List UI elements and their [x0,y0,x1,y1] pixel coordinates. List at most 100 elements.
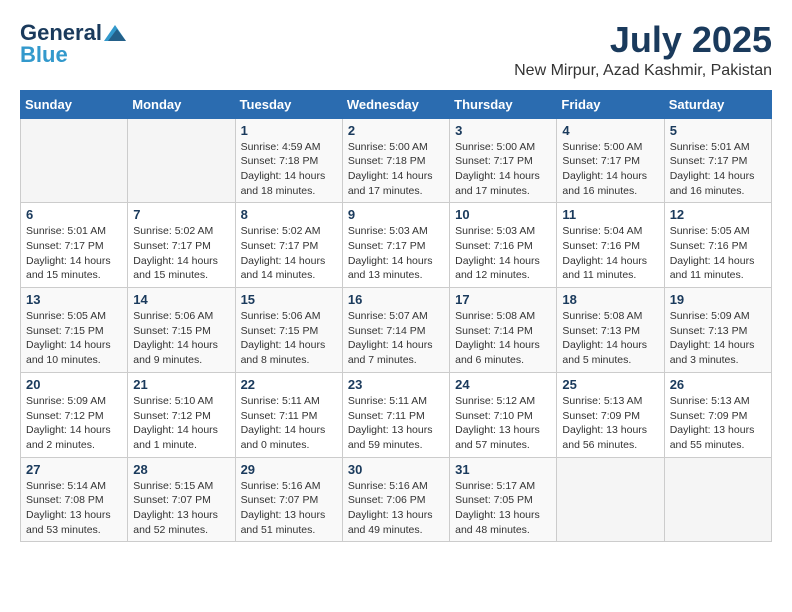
day-info: Sunrise: 5:04 AM Sunset: 7:16 PM Dayligh… [562,224,658,283]
calendar-cell: 15Sunrise: 5:06 AM Sunset: 7:15 PM Dayli… [235,288,342,373]
day-info: Sunrise: 5:02 AM Sunset: 7:17 PM Dayligh… [133,224,229,283]
calendar-cell: 8 Sunrise: 5:02 AM Sunset: 7:17 PM Daylig… [235,203,342,288]
day-number: 1 [241,123,337,138]
calendar-cell: 29 Sunrise: 5:16 AM Sunset: 7:07 PM Dayli… [235,457,342,542]
calendar-cell: 25 Sunrise: 5:13 AM Sunset: 7:09 PM Dayli… [557,372,664,457]
calendar-cell: 6 Sunrise: 5:01 AM Sunset: 7:17 PM Daylig… [21,203,128,288]
month-title: July 2025 [514,20,772,60]
day-info: Sunrise: 5:13 AM Sunset: 7:09 PM Dayligh… [670,394,766,453]
day-info: Sunrise: 5:00 AM Sunset: 7:17 PM Dayligh… [562,140,658,199]
col-header-sunday: Sunday [21,90,128,118]
calendar-cell: 12 Sunrise: 5:05 AM Sunset: 7:16 PM Dayli… [664,203,771,288]
day-number: 25 [562,377,658,392]
day-number: 13 [26,292,122,307]
day-number: 27 [26,462,122,477]
day-number: 28 [133,462,229,477]
col-header-monday: Monday [128,90,235,118]
location-subtitle: New Mirpur, Azad Kashmir, Pakistan [514,62,772,80]
day-info: Sunrise: 5:06 AM Sunset: 7:15 PM Dayligh… [133,309,229,368]
logo: General Blue [20,20,126,68]
col-header-friday: Friday [557,90,664,118]
day-info: Sunrise: 5:16 AM Sunset: 7:07 PM Dayligh… [241,479,337,538]
calendar-cell: 27 Sunrise: 5:14 AM Sunset: 7:08 PM Dayli… [21,457,128,542]
calendar-cell: 31 Sunrise: 5:17 AM Sunset: 7:05 PM Dayli… [450,457,557,542]
day-info: Sunrise: 5:15 AM Sunset: 7:07 PM Dayligh… [133,479,229,538]
day-info: Sunrise: 5:05 AM Sunset: 7:16 PM Dayligh… [670,224,766,283]
calendar-cell: 17Sunrise: 5:08 AM Sunset: 7:14 PM Dayli… [450,288,557,373]
day-info: Sunrise: 5:08 AM Sunset: 7:14 PM Dayligh… [455,309,551,368]
day-info: Sunrise: 5:11 AM Sunset: 7:11 PM Dayligh… [241,394,337,453]
day-info: Sunrise: 5:16 AM Sunset: 7:06 PM Dayligh… [348,479,444,538]
calendar-cell: 7Sunrise: 5:02 AM Sunset: 7:17 PM Daylig… [128,203,235,288]
day-number: 9 [348,207,444,222]
day-info: Sunrise: 5:07 AM Sunset: 7:14 PM Dayligh… [348,309,444,368]
calendar-cell: 19Sunrise: 5:09 AM Sunset: 7:13 PM Dayli… [664,288,771,373]
day-info: Sunrise: 5:02 AM Sunset: 7:17 PM Dayligh… [241,224,337,283]
logo-icon [104,25,126,41]
col-header-wednesday: Wednesday [342,90,449,118]
day-number: 15 [241,292,337,307]
day-number: 21 [133,377,229,392]
calendar-cell: 2 Sunrise: 5:00 AM Sunset: 7:18 PM Daylig… [342,118,449,203]
calendar-cell: 24Sunrise: 5:12 AM Sunset: 7:10 PM Dayli… [450,372,557,457]
day-info: Sunrise: 5:14 AM Sunset: 7:08 PM Dayligh… [26,479,122,538]
col-header-saturday: Saturday [664,90,771,118]
day-number: 4 [562,123,658,138]
day-number: 11 [562,207,658,222]
col-header-tuesday: Tuesday [235,90,342,118]
day-info: Sunrise: 5:03 AM Sunset: 7:17 PM Dayligh… [348,224,444,283]
title-block: July 2025 New Mirpur, Azad Kashmir, Paki… [514,20,772,80]
calendar-cell: 11 Sunrise: 5:04 AM Sunset: 7:16 PM Dayli… [557,203,664,288]
calendar-cell [21,118,128,203]
day-number: 30 [348,462,444,477]
calendar-cell: 14 Sunrise: 5:06 AM Sunset: 7:15 PM Dayli… [128,288,235,373]
calendar-cell: 23Sunrise: 5:11 AM Sunset: 7:11 PM Dayli… [342,372,449,457]
calendar-cell: 13Sunrise: 5:05 AM Sunset: 7:15 PM Dayli… [21,288,128,373]
day-number: 8 [241,207,337,222]
day-number: 2 [348,123,444,138]
day-number: 6 [26,207,122,222]
day-number: 12 [670,207,766,222]
day-number: 3 [455,123,551,138]
calendar-cell: 30 Sunrise: 5:16 AM Sunset: 7:06 PM Dayli… [342,457,449,542]
calendar-cell: 9 Sunrise: 5:03 AM Sunset: 7:17 PM Daylig… [342,203,449,288]
calendar-cell: 20 Sunrise: 5:09 AM Sunset: 7:12 PM Dayli… [21,372,128,457]
day-info: Sunrise: 5:00 AM Sunset: 7:18 PM Dayligh… [348,140,444,199]
day-info: Sunrise: 5:01 AM Sunset: 7:17 PM Dayligh… [26,224,122,283]
day-number: 22 [241,377,337,392]
day-number: 16 [348,292,444,307]
day-info: Sunrise: 5:00 AM Sunset: 7:17 PM Dayligh… [455,140,551,199]
day-info: Sunrise: 5:10 AM Sunset: 7:12 PM Dayligh… [133,394,229,453]
logo-blue: Blue [20,42,68,68]
calendar-cell [664,457,771,542]
day-number: 14 [133,292,229,307]
calendar-cell: 18Sunrise: 5:08 AM Sunset: 7:13 PM Dayli… [557,288,664,373]
calendar-cell: 1 Sunrise: 4:59 AM Sunset: 7:18 PM Daylig… [235,118,342,203]
day-info: Sunrise: 5:01 AM Sunset: 7:17 PM Dayligh… [670,140,766,199]
calendar-cell: 28 Sunrise: 5:15 AM Sunset: 7:07 PM Dayli… [128,457,235,542]
calendar-cell: 4 Sunrise: 5:00 AM Sunset: 7:17 PM Daylig… [557,118,664,203]
calendar-cell: 3 Sunrise: 5:00 AM Sunset: 7:17 PM Daylig… [450,118,557,203]
day-info: Sunrise: 5:03 AM Sunset: 7:16 PM Dayligh… [455,224,551,283]
day-number: 18 [562,292,658,307]
day-info: Sunrise: 5:09 AM Sunset: 7:13 PM Dayligh… [670,309,766,368]
day-number: 31 [455,462,551,477]
day-info: Sunrise: 5:09 AM Sunset: 7:12 PM Dayligh… [26,394,122,453]
day-number: 29 [241,462,337,477]
calendar-cell: 22 Sunrise: 5:11 AM Sunset: 7:11 PM Dayli… [235,372,342,457]
page-header: General Blue July 2025 New Mirpur, Azad … [20,20,772,80]
day-number: 24 [455,377,551,392]
calendar-cell [128,118,235,203]
day-info: Sunrise: 5:17 AM Sunset: 7:05 PM Dayligh… [455,479,551,538]
day-info: Sunrise: 5:13 AM Sunset: 7:09 PM Dayligh… [562,394,658,453]
day-info: Sunrise: 4:59 AM Sunset: 7:18 PM Dayligh… [241,140,337,199]
calendar-cell: 21 Sunrise: 5:10 AM Sunset: 7:12 PM Dayli… [128,372,235,457]
col-header-thursday: Thursday [450,90,557,118]
day-number: 23 [348,377,444,392]
calendar-cell: 5Sunrise: 5:01 AM Sunset: 7:17 PM Daylig… [664,118,771,203]
calendar-cell [557,457,664,542]
day-number: 20 [26,377,122,392]
calendar-cell: 16 Sunrise: 5:07 AM Sunset: 7:14 PM Dayli… [342,288,449,373]
day-number: 10 [455,207,551,222]
day-number: 26 [670,377,766,392]
